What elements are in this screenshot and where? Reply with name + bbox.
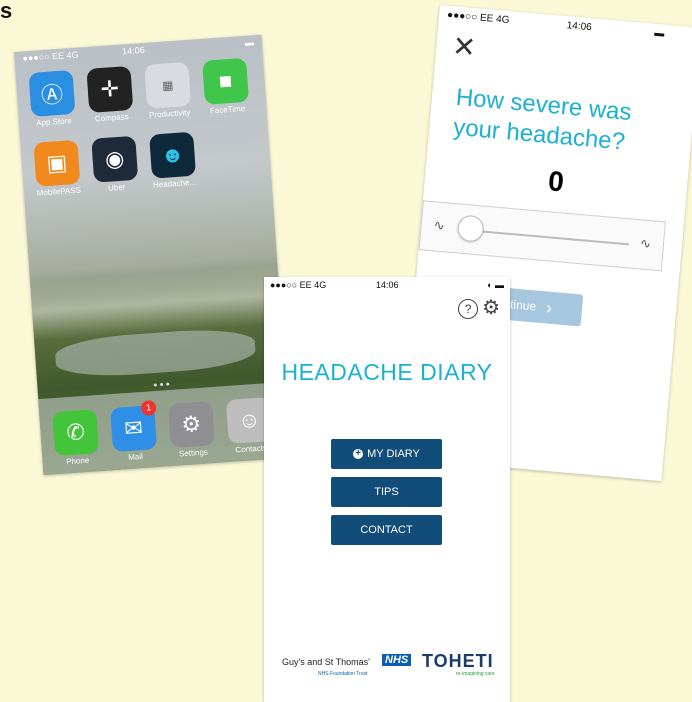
footer-logos: Guy's and St Thomas' NHS NHS Foundation …	[264, 651, 510, 683]
facetime-app[interactable]: ■ FaceTime	[199, 57, 253, 116]
headache-app[interactable]: ☻ Headache...	[146, 131, 200, 190]
app-store-icon: Ⓐ	[28, 69, 76, 117]
help-icon[interactable]: ?	[458, 299, 479, 319]
phone-app[interactable]: ✆ Phone	[49, 409, 103, 467]
folder-icon: ▦	[144, 61, 192, 109]
diary-phone: ●●●○○ EE 4G 14:06 ◐ ▬ ? ⚙ HEADACHE DIARY…	[264, 277, 510, 702]
toheti-subtitle: re-imagining care	[456, 671, 495, 677]
pulse-high-icon: ∿	[639, 235, 652, 252]
pulse-low-icon: ∿	[433, 217, 446, 234]
severity-slider[interactable]: ∿ ∿	[418, 200, 666, 272]
tips-button[interactable]: TIPS	[331, 477, 442, 507]
mobilepass-app[interactable]: ▣ MobilePASS	[30, 139, 84, 198]
nhs-subtitle: NHS Foundation Trust	[318, 671, 368, 677]
app-title: HEADACHE DIARY	[281, 359, 493, 385]
status-bar: ●●●○○ EE 4G 14:06 ▬	[440, 5, 692, 40]
phone-icon: ✆	[52, 409, 100, 457]
gear-icon[interactable]: ⚙	[482, 298, 500, 319]
question-text: How severe was your headache?	[452, 83, 633, 156]
dock: ✆ Phone ✉ 1 Mail ⚙ Settings ☺ Contacts	[38, 381, 291, 475]
uber-icon: ◉	[91, 135, 139, 183]
top-icons: ? ⚙	[458, 298, 500, 319]
contact-button[interactable]: CONTACT	[331, 515, 442, 545]
productivity-folder[interactable]: ▦ Productivity	[141, 61, 195, 120]
plus-icon: +	[353, 449, 364, 459]
mobilepass-icon: ▣	[33, 139, 81, 187]
compass-icon: ✛	[86, 65, 134, 113]
slide-title: s	[0, 0, 14, 23]
toheti-logo: TOHETI	[422, 651, 494, 671]
battery-icon: ▬	[653, 27, 665, 40]
settings-app[interactable]: ⚙ Settings	[165, 401, 219, 459]
headache-icon: ☻	[149, 131, 197, 179]
status-carrier: ●●●○○ EE 4G	[270, 280, 327, 290]
compass-app[interactable]: ✛ Compass	[83, 65, 137, 124]
home-screen-phone: ●●●○○ EE 4G 14:06 ▬ Ⓐ App Store ✛ Compas…	[14, 34, 291, 475]
battery-icon: ▬	[244, 37, 255, 48]
facetime-icon: ■	[202, 57, 250, 105]
uber-app[interactable]: ◉ Uber	[88, 135, 142, 194]
app-store-app[interactable]: Ⓐ App Store	[26, 69, 80, 128]
nhs-logo: NHS	[382, 654, 412, 666]
mail-badge: 1	[140, 399, 157, 416]
status-time: 14:06	[566, 20, 593, 34]
chevron-right-icon: ›	[545, 296, 553, 318]
gst-logo: Guy's and St Thomas'	[282, 657, 370, 667]
mail-app[interactable]: ✉ 1 Mail	[107, 399, 161, 463]
battery-icon: ◐ ▬	[487, 280, 504, 290]
mail-icon: ✉ 1	[110, 399, 158, 453]
status-time: 14:06	[121, 44, 146, 57]
slider-track	[467, 229, 629, 246]
close-icon[interactable]: ✕	[451, 30, 477, 63]
my-diary-button[interactable]: + MY DIARY	[331, 439, 442, 469]
settings-icon: ⚙	[167, 401, 215, 449]
severity-value: 0	[546, 165, 566, 198]
status-carrier: ●●●○○ EE 4G	[22, 49, 79, 64]
status-time: 14:06	[376, 280, 399, 290]
status-carrier: ●●●○○ EE 4G	[446, 9, 510, 27]
wallpaper-mist	[30, 264, 282, 342]
slider-thumb[interactable]	[456, 214, 485, 243]
